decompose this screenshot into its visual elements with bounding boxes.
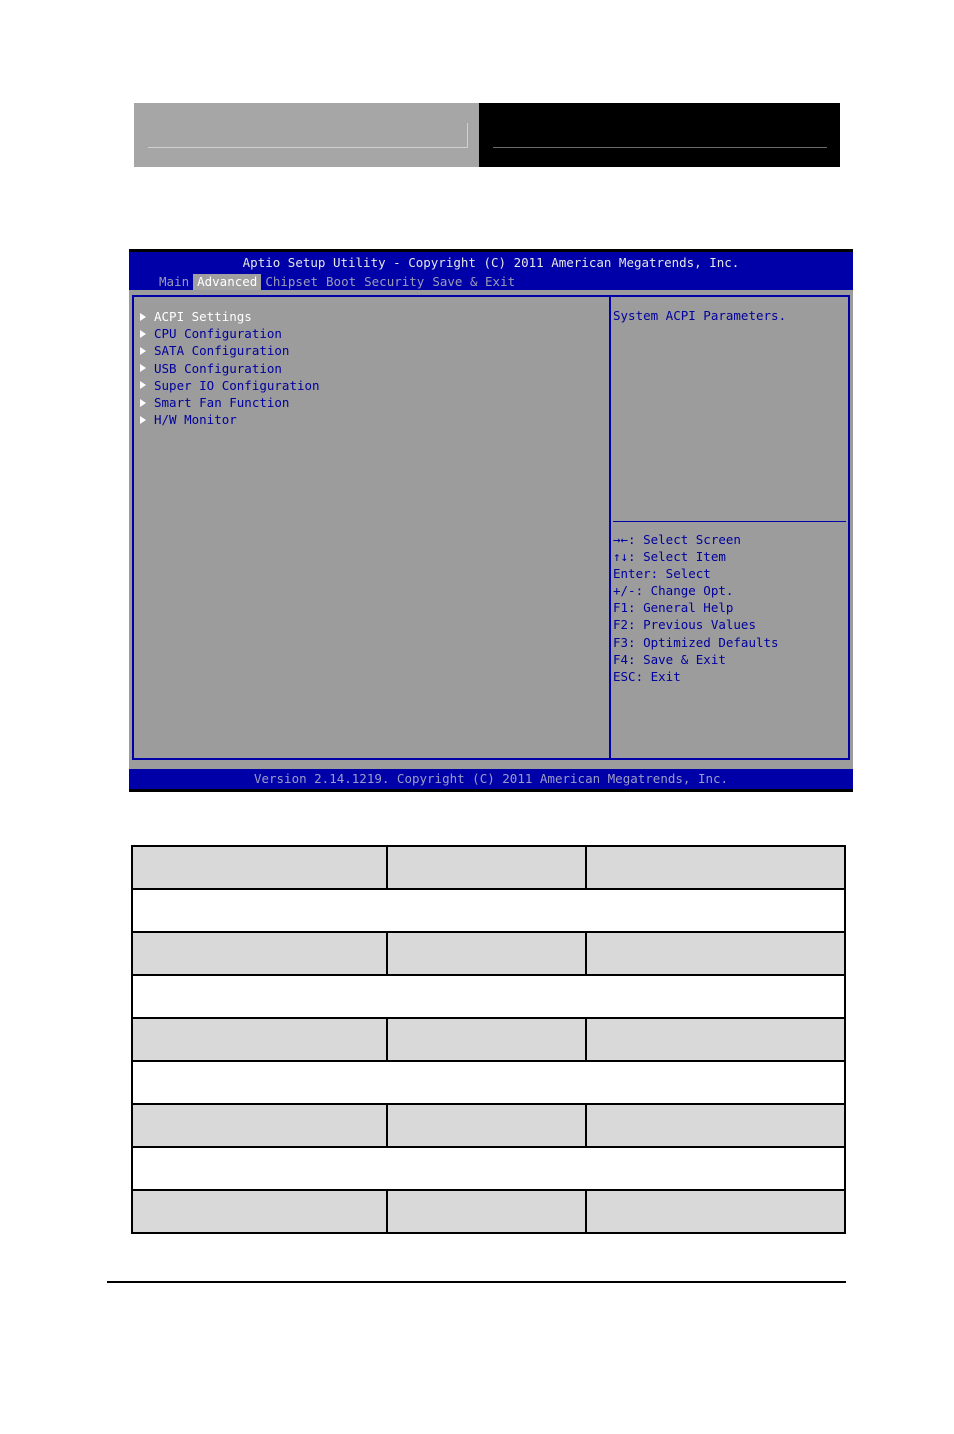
table-cell — [585, 845, 846, 890]
options-table — [131, 845, 846, 1234]
table-row — [131, 1103, 846, 1148]
header-divider-vertical — [467, 123, 468, 148]
submenu-arrow-icon — [140, 346, 146, 355]
tab-security[interactable]: Security — [360, 274, 428, 290]
table-cell — [131, 931, 388, 976]
menu-item-super-io-configuration[interactable]: Super IO Configuration — [138, 377, 320, 394]
page-header-right — [479, 103, 840, 167]
table-cell — [131, 1146, 846, 1191]
table-cell — [385, 1103, 588, 1148]
table-cell — [131, 888, 846, 933]
table-row — [131, 1189, 846, 1234]
key-optimized-defaults: F3: Optimized Defaults — [613, 634, 779, 650]
bios-body: ACPI Settings CPU Configuration SATA Con… — [129, 290, 853, 769]
table-row — [131, 888, 846, 933]
table-cell — [385, 1189, 588, 1234]
table-cell — [131, 974, 846, 1019]
table-cell — [585, 1189, 846, 1234]
table-cell — [385, 845, 588, 890]
table-cell — [131, 1189, 388, 1234]
table-row — [131, 931, 846, 976]
help-panel: System ACPI Parameters. →←: Select Scree… — [609, 295, 850, 760]
menu-item-label: ACPI Settings — [154, 309, 252, 325]
tab-advanced[interactable]: Advanced — [193, 274, 262, 290]
table-row — [131, 845, 846, 890]
page-footer-rule — [107, 1281, 846, 1283]
table-row — [131, 1060, 846, 1105]
table-cell — [131, 1060, 846, 1105]
header-divider — [493, 147, 827, 148]
table-cell — [385, 1017, 588, 1062]
bios-setup-screen: Aptio Setup Utility - Copyright (C) 2011… — [129, 249, 853, 792]
submenu-arrow-icon — [140, 381, 146, 390]
table-cell — [131, 845, 388, 890]
menu-item-cpu-configuration[interactable]: CPU Configuration — [138, 325, 320, 342]
key-select-screen: →←: Select Screen — [613, 532, 741, 547]
submenu-arrow-icon — [140, 364, 146, 373]
key-enter-select: Enter: Select — [613, 566, 711, 582]
table-cell — [585, 1017, 846, 1062]
key-general-help: F1: General Help — [613, 600, 734, 616]
menu-item-usb-configuration[interactable]: USB Configuration — [138, 360, 320, 377]
bios-tab-bar: Main Advanced Chipset Boot Security Save… — [155, 274, 519, 290]
table-row — [131, 974, 846, 1019]
tab-save-exit[interactable]: Save & Exit — [428, 274, 519, 290]
table-cell — [585, 1103, 846, 1148]
menu-item-label: Smart Fan Function — [154, 395, 290, 411]
key-save-exit: F4: Save & Exit — [613, 651, 726, 667]
tab-boot[interactable]: Boot — [322, 274, 360, 290]
key-legend: →←: Select Screen ↑↓: Select Item Enter:… — [613, 531, 779, 685]
bios-title: Aptio Setup Utility - Copyright (C) 2011… — [242, 255, 740, 270]
menu-item-smart-fan-function[interactable]: Smart Fan Function — [138, 394, 320, 411]
tab-chipset[interactable]: Chipset — [261, 274, 322, 290]
help-divider — [613, 521, 846, 522]
menu-item-acpi-settings[interactable]: ACPI Settings — [138, 308, 320, 325]
bios-version-footer: Version 2.14.1219. Copyright (C) 2011 Am… — [129, 769, 853, 789]
menu-item-label: H/W Monitor — [154, 412, 237, 428]
table-cell — [131, 1103, 388, 1148]
menu-item-sata-configuration[interactable]: SATA Configuration — [138, 342, 320, 359]
table-cell — [385, 931, 588, 976]
menu-panel: ACPI Settings CPU Configuration SATA Con… — [132, 295, 609, 760]
submenu-arrow-icon — [140, 329, 146, 338]
submenu-arrow-icon — [140, 398, 146, 407]
help-description: System ACPI Parameters. — [613, 308, 787, 323]
key-esc-exit: ESC: Exit — [613, 668, 681, 684]
header-divider — [148, 147, 467, 148]
menu-item-hw-monitor[interactable]: H/W Monitor — [138, 411, 320, 428]
page-header-left — [134, 103, 479, 167]
table-cell — [585, 931, 846, 976]
menu-item-label: Super IO Configuration — [154, 377, 320, 393]
key-previous-values: F2: Previous Values — [613, 617, 756, 633]
menu-list: ACPI Settings CPU Configuration SATA Con… — [138, 308, 320, 428]
key-select-item: ↑↓: Select Item — [613, 549, 726, 565]
key-change-opt: +/-: Change Opt. — [613, 583, 734, 599]
menu-item-label: SATA Configuration — [154, 343, 290, 359]
menu-item-label: USB Configuration — [154, 360, 282, 376]
submenu-arrow-icon — [140, 312, 146, 321]
table-row — [131, 1146, 846, 1191]
menu-item-label: CPU Configuration — [154, 326, 282, 342]
submenu-arrow-icon — [140, 415, 146, 424]
table-row — [131, 1017, 846, 1062]
tab-main[interactable]: Main — [155, 274, 193, 290]
bios-title-bar: Aptio Setup Utility - Copyright (C) 2011… — [129, 252, 853, 290]
table-cell — [131, 1017, 388, 1062]
